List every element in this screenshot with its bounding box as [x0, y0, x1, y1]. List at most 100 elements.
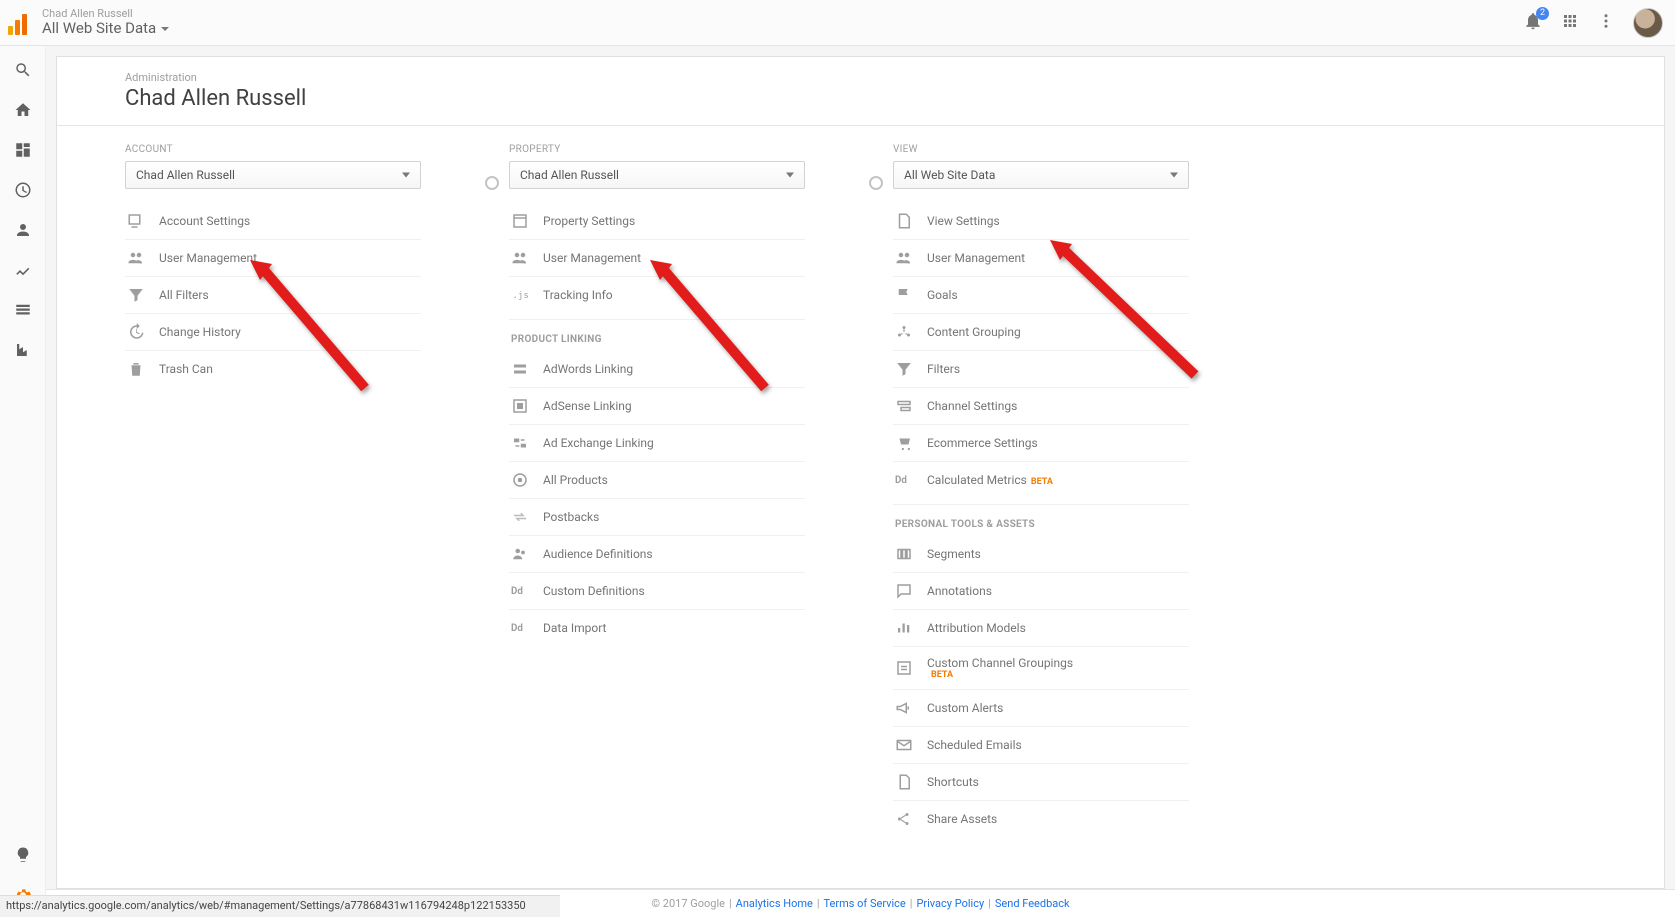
admin-columns: ACCOUNT Chad Allen Russell Account Setti…: [57, 126, 1664, 867]
menu-item-label: Custom Alerts: [927, 701, 1003, 715]
menu-item-property-settings[interactable]: Property Settings: [509, 203, 805, 239]
copyright-text: © 2017 Google: [651, 897, 725, 910]
admin-card: Administration Chad Allen Russell ACCOUN…: [56, 56, 1665, 889]
menu-item-filters[interactable]: Filters: [893, 350, 1189, 387]
view-selector[interactable]: All Web Site Data: [893, 161, 1189, 189]
menu-item-goals[interactable]: Goals: [893, 276, 1189, 313]
menu-item-custom-definitions[interactable]: Dd Custom Definitions: [509, 572, 805, 609]
menu-item-attribution-models[interactable]: Attribution Models: [893, 609, 1189, 646]
menu-item-custom-channel-groupings[interactable]: Custom Channel GroupingsBETA: [893, 646, 1189, 689]
menu-item-calculated-metrics[interactable]: DdCalculated MetricsBETA: [893, 461, 1189, 498]
menu-item-label: Data Import: [543, 621, 607, 635]
menu-item-label: Share Assets: [927, 812, 997, 826]
menu-item-label: Scheduled Emails: [927, 738, 1022, 752]
menu-item-label: Property Settings: [543, 214, 635, 228]
acquisition-icon[interactable]: [13, 260, 33, 280]
menu-item-change-history[interactable]: Change History: [125, 313, 421, 350]
menu-item-label: Custom Definitions: [543, 584, 645, 598]
account-menu: Account SettingsUser Management All Filte…: [125, 203, 421, 387]
menu-item-label: All Products: [543, 473, 608, 487]
svg-text:Dd: Dd: [511, 586, 523, 597]
dashboard-icon[interactable]: [13, 140, 33, 160]
apps-icon[interactable]: [1561, 12, 1579, 34]
view-column: VIEW All Web Site Data View Settings User…: [893, 144, 1243, 837]
envelope-icon: [895, 736, 913, 754]
all-products-icon: [511, 471, 529, 489]
property-column: PROPERTY Chad Allen Russell Property Set…: [509, 144, 859, 646]
footer-link-privacy[interactable]: Privacy Policy: [916, 897, 984, 910]
menu-item-content-grouping[interactable]: Content Grouping: [893, 313, 1189, 350]
share-icon: [895, 810, 913, 828]
account-selector[interactable]: Chad Allen Russell: [125, 161, 421, 189]
menu-item-label: Goals: [927, 288, 958, 302]
account-column: ACCOUNT Chad Allen Russell Account Setti…: [125, 144, 475, 387]
personal-tools-heading: PERSONAL TOOLS & ASSETS: [893, 504, 1189, 536]
menu-item-account-settings[interactable]: Account Settings: [125, 203, 421, 239]
content-area: Administration Chad Allen Russell ACCOUN…: [46, 46, 1675, 889]
behavior-icon[interactable]: [13, 300, 33, 320]
discover-icon[interactable]: [13, 845, 33, 865]
trash-icon: [127, 360, 145, 378]
menu-item-ecommerce-settings[interactable]: Ecommerce Settings: [893, 424, 1189, 461]
menu-item-adwords-linking[interactable]: AdWords Linking: [509, 351, 805, 387]
conversions-icon[interactable]: [13, 340, 33, 360]
menu-item-postbacks[interactable]: Postbacks: [509, 498, 805, 535]
channel-box-icon: [895, 659, 913, 677]
menu-item-label: AdSense Linking: [543, 399, 632, 413]
menu-item-data-import[interactable]: DdData Import: [509, 609, 805, 646]
menu-item-label: All Filters: [159, 288, 209, 302]
menu-item-user-management[interactable]: User Management: [125, 239, 421, 276]
filter-icon: [127, 286, 145, 304]
footer-link-home[interactable]: Analytics Home: [736, 897, 813, 910]
menu-item-all-products[interactable]: All Products: [509, 461, 805, 498]
menu-item-tracking-info[interactable]: .jsTracking Info: [509, 276, 805, 313]
clock-icon[interactable]: [13, 180, 33, 200]
search-icon[interactable]: [13, 60, 33, 80]
audience-icon[interactable]: [13, 220, 33, 240]
menu-item-label: Postbacks: [543, 510, 599, 524]
property-selector[interactable]: Chad Allen Russell: [509, 161, 805, 189]
menu-item-user-management[interactable]: User Management: [509, 239, 805, 276]
menu-item-audience-definitions[interactable]: Audience Definitions: [509, 535, 805, 572]
menu-item-adsense-linking[interactable]: AdSense Linking: [509, 387, 805, 424]
menu-item-user-management[interactable]: User Management: [893, 239, 1189, 276]
menu-item-shortcuts[interactable]: Shortcuts: [893, 763, 1189, 800]
dd-icon: Dd: [511, 582, 529, 600]
title-block[interactable]: Chad Allen Russell All Web Site Data: [42, 8, 170, 38]
avatar[interactable]: [1633, 8, 1663, 38]
view-label: VIEW: [893, 144, 1243, 155]
footer-link-feedback[interactable]: Send Feedback: [995, 897, 1070, 910]
exchange-icon: [511, 434, 529, 452]
menu-item-scheduled-emails[interactable]: Scheduled Emails: [893, 726, 1189, 763]
menu-item-label: Filters: [927, 362, 960, 376]
menu-item-label: Content Grouping: [927, 325, 1021, 339]
menu-item-custom-alerts[interactable]: Custom Alerts: [893, 689, 1189, 726]
view-settings-icon: [895, 212, 913, 230]
notification-badge: 2: [1536, 7, 1549, 20]
document-icon: [895, 773, 913, 791]
menu-item-share-assets[interactable]: Share Assets: [893, 800, 1189, 837]
home-icon[interactable]: [13, 100, 33, 120]
svg-text:.js: .js: [513, 291, 529, 301]
flag-icon: [895, 286, 913, 304]
menu-item-label: Ad Exchange Linking: [543, 436, 654, 450]
audience-icon: [511, 545, 529, 563]
menu-item-ad-exchange-linking[interactable]: Ad Exchange Linking: [509, 424, 805, 461]
notifications-icon[interactable]: 2: [1523, 11, 1543, 35]
footer-link-terms[interactable]: Terms of Service: [824, 897, 906, 910]
menu-item-all-filters[interactable]: All Filters: [125, 276, 421, 313]
menu-item-channel-settings[interactable]: Channel Settings: [893, 387, 1189, 424]
menu-item-annotations[interactable]: Annotations: [893, 572, 1189, 609]
menu-item-label: View Settings: [927, 214, 1000, 228]
view-personal-menu: SegmentsAnnotationsAttribution ModelsCus…: [893, 536, 1189, 837]
code-js-icon: .js: [511, 286, 529, 304]
bars-icon: [895, 619, 913, 637]
menu-item-segments[interactable]: Segments: [893, 536, 1189, 572]
menu-item-label: Segments: [927, 547, 981, 561]
kebab-menu-icon[interactable]: [1597, 12, 1615, 34]
property-label: PROPERTY: [509, 144, 859, 155]
menu-item-trash-can[interactable]: Trash Can: [125, 350, 421, 387]
view-name-dropdown[interactable]: All Web Site Data: [42, 20, 170, 37]
menu-item-view-settings[interactable]: View Settings: [893, 203, 1189, 239]
history-icon: [127, 323, 145, 341]
